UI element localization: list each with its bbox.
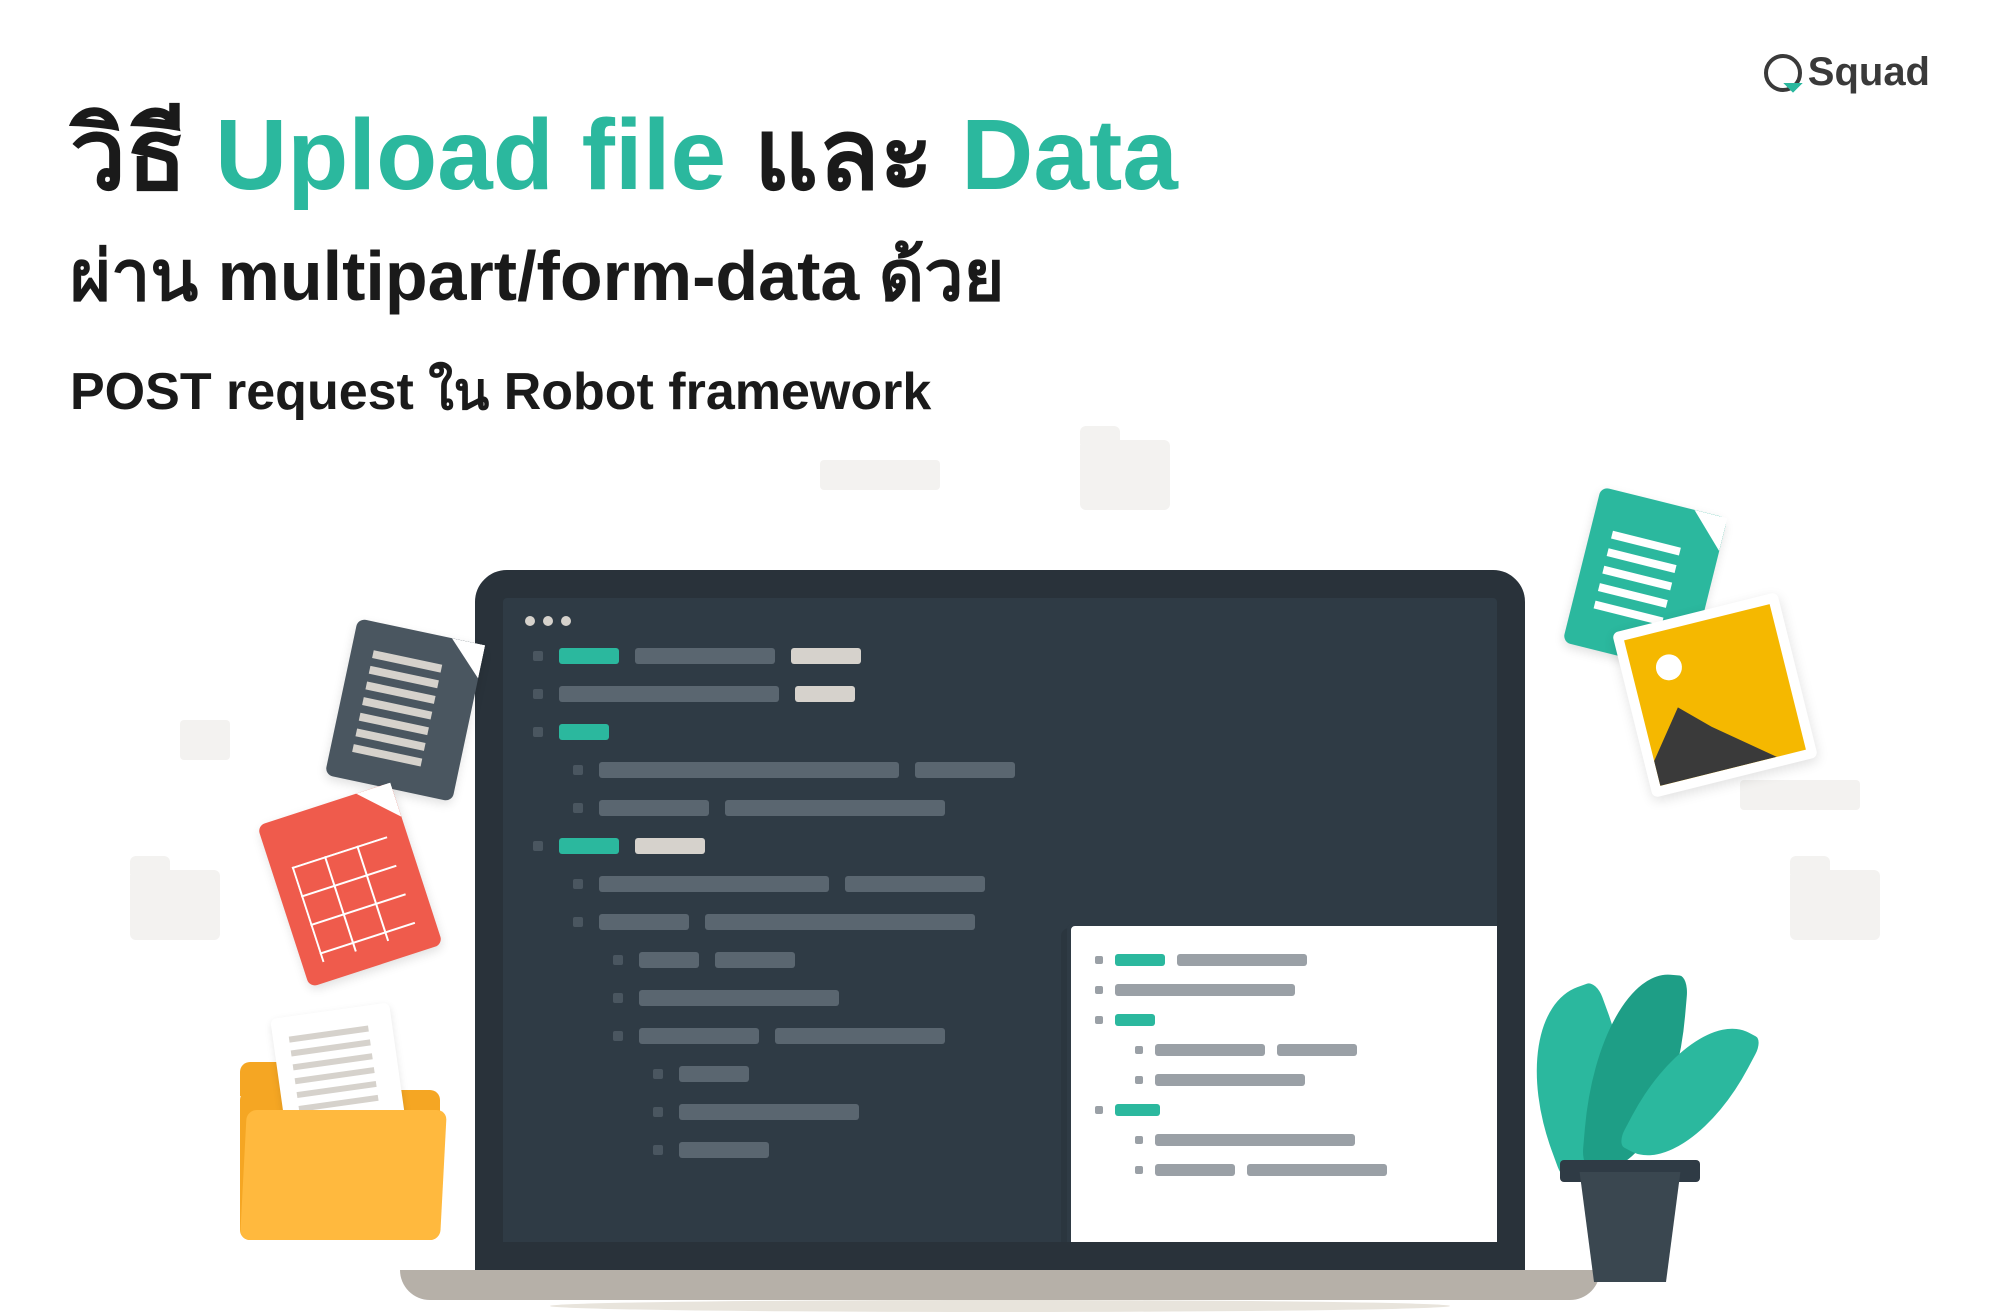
bg-folder-icon	[130, 870, 220, 940]
folder-yellow-icon	[240, 1090, 440, 1240]
code-popup	[1067, 922, 1525, 1252]
logo-text: Squad	[1808, 50, 1930, 95]
logo-icon	[1764, 54, 1802, 92]
headline: วิธี Upload file และ Data ผ่าน multipart…	[70, 100, 1178, 432]
plant-decoration	[1520, 942, 1740, 1282]
laptop-base	[400, 1270, 1600, 1300]
brand-logo: Squad	[1764, 50, 1930, 95]
window-controls-icon	[525, 616, 571, 626]
bg-folder-icon	[1080, 440, 1170, 510]
bg-rect	[180, 720, 230, 760]
title-highlight-2: Data	[961, 99, 1178, 211]
pot-icon	[1570, 1172, 1690, 1282]
spreadsheet-red-icon	[257, 783, 443, 988]
title-line-2: ผ่าน multipart/form-data ด้วย	[70, 220, 1178, 331]
folder-stack-icon	[240, 1090, 440, 1240]
title-part-1: วิธี	[70, 99, 215, 211]
title-highlight-1: Upload file	[215, 99, 726, 211]
bg-folder-icon	[1790, 870, 1880, 940]
bg-rect	[1740, 780, 1860, 810]
laptop-illustration	[475, 570, 1525, 1300]
title-line-3: POST request ใน Robot framework	[70, 349, 1178, 432]
title-part-2: และ	[726, 99, 961, 211]
document-gray-icon	[325, 618, 485, 802]
title-line-1: วิธี Upload file และ Data	[70, 100, 1178, 210]
laptop-screen	[475, 570, 1525, 1270]
bg-rect	[820, 460, 940, 490]
